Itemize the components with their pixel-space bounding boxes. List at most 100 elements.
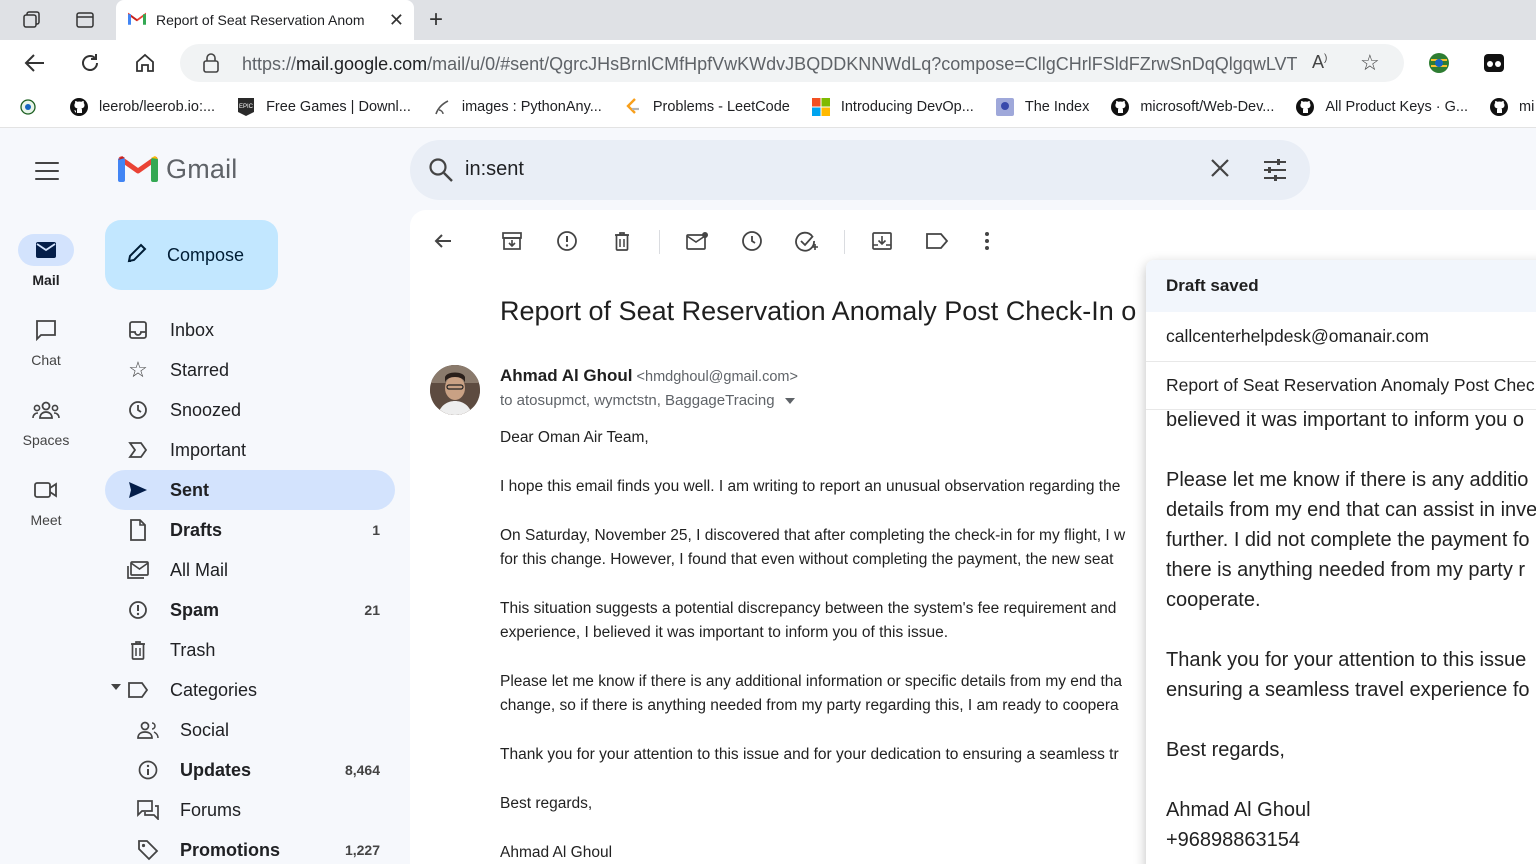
gmail-logo[interactable]: Gmail — [118, 152, 238, 187]
draft-to-field[interactable]: callcenterhelpdesk@omanair.com — [1146, 312, 1536, 362]
vertical-tabs-icon[interactable] — [73, 8, 97, 32]
nav-item-sent[interactable]: Sent — [105, 470, 395, 510]
bookmark-item[interactable]: All Product Keys · G... — [1295, 97, 1468, 117]
compose-label: Compose — [167, 244, 245, 265]
snooze-icon[interactable] — [739, 228, 765, 254]
search-options-icon[interactable] — [1262, 157, 1288, 188]
add-task-icon[interactable] — [794, 228, 820, 254]
search-icon[interactable] — [428, 157, 454, 188]
nav-label: Inbox — [170, 319, 215, 340]
mail-search-bar[interactable]: in:sent — [410, 140, 1310, 200]
bookmark-item[interactable]: microsoft/Web-Dev... — [1110, 97, 1274, 117]
nav-item-inbox[interactable]: Inbox — [105, 310, 395, 350]
nav-item-all-mail[interactable]: All Mail — [105, 550, 395, 590]
send-icon — [127, 479, 149, 501]
nav-item-important[interactable]: Important — [105, 430, 395, 470]
recipients-line[interactable]: to atosupmct, wymctstn, BaggageTracing — [500, 392, 795, 409]
draft-line: there is anything needed from my party r — [1166, 559, 1526, 581]
url-text[interactable]: https://mail.google.com/mail/u/0/#sent/Q… — [242, 54, 1297, 75]
github-icon — [1489, 97, 1509, 117]
draft-line: cooperate. — [1166, 589, 1261, 611]
workspaces-icon[interactable] — [20, 8, 44, 32]
bookmark-item[interactable]: mi — [1489, 97, 1534, 117]
draft-header[interactable]: Draft saved — [1146, 260, 1536, 312]
compose-button[interactable]: Compose — [105, 220, 278, 290]
nav-label: Updates — [180, 759, 252, 780]
report-spam-icon[interactable] — [554, 228, 580, 254]
show-details-icon[interactable] — [784, 397, 795, 404]
bookmark-item[interactable]: The Index — [995, 97, 1089, 117]
home-button[interactable] — [132, 50, 158, 76]
sender-name[interactable]: Ahmad Al Ghoul — [500, 366, 633, 385]
python-icon — [432, 97, 452, 117]
nav-item-promotions[interactable]: Promotions 1,227 — [105, 830, 395, 864]
url-path: /mail/u/0/#sent/QgrcJHsBrnlCMfHpfVwKWdvJ… — [427, 54, 1297, 74]
back-button[interactable] — [22, 50, 48, 76]
nav-item-social[interactable]: Social — [105, 710, 395, 750]
expand-caret-icon[interactable] — [111, 684, 121, 690]
bookmark-item[interactable]: EPIC Free Games | Downl... — [236, 97, 411, 117]
email-subject: Report of Seat Reservation Anomaly Post … — [500, 296, 1137, 326]
draft-line: details from my end that can assist in i… — [1166, 499, 1536, 521]
main-menu-icon[interactable] — [34, 158, 60, 184]
draft-recipient[interactable]: callcenterhelpdesk@omanair.com — [1166, 326, 1429, 347]
move-to-icon[interactable] — [869, 228, 895, 254]
new-tab-button[interactable]: + — [424, 8, 448, 32]
nav-item-spam[interactable]: Spam 21 — [105, 590, 395, 630]
favorite-star-icon[interactable]: ☆ — [1360, 50, 1380, 76]
rail-item-chat[interactable]: Chat — [0, 314, 92, 368]
draft-line: Thank you for your attention to this iss… — [1166, 649, 1527, 671]
extension-tools-icon[interactable] — [1481, 50, 1507, 76]
tab-gmail[interactable]: Report of Seat Reservation Anom ✕ — [116, 0, 414, 40]
nav-item-categories[interactable]: Categories — [105, 670, 395, 710]
sender-email: <hmdghoul@gmail.com> — [636, 369, 798, 385]
more-options-icon[interactable] — [974, 228, 1000, 254]
bookmark-item[interactable]: leerob/leerob.io:... — [69, 97, 215, 117]
nav-item-trash[interactable]: Trash — [105, 630, 395, 670]
lock-icon[interactable] — [202, 53, 220, 78]
read-aloud-icon[interactable]: A) — [1312, 52, 1327, 73]
rail-item-meet[interactable]: Meet — [0, 474, 92, 528]
nav-label: Drafts — [170, 519, 223, 540]
nav-item-snoozed[interactable]: Snoozed — [105, 390, 395, 430]
labels-icon[interactable] — [924, 228, 950, 254]
extension-globe-icon[interactable] — [1426, 50, 1452, 76]
nav-item-drafts[interactable]: Drafts 1 — [105, 510, 395, 550]
bookmark-item[interactable] — [18, 97, 48, 117]
mailbox-nav: Inbox ☆ Starred Snoozed Important Sent D… — [105, 310, 395, 864]
clear-search-icon[interactable] — [1210, 158, 1230, 183]
app-rail: Mail Chat Spaces Meet — [0, 128, 92, 864]
nav-label: Important — [170, 439, 247, 460]
back-to-list-icon[interactable] — [430, 228, 456, 254]
rail-item-spaces[interactable]: Spaces — [0, 394, 92, 448]
bookmark-label: Free Games | Downl... — [266, 98, 411, 115]
bookmark-item[interactable]: Problems - LeetCode — [623, 97, 790, 117]
compose-draft-window[interactable]: Draft saved callcenterhelpdesk@omanair.c… — [1146, 260, 1536, 864]
meet-icon — [18, 474, 74, 506]
draft-subject-field[interactable]: Report of Seat Reservation Anomaly Post … — [1146, 362, 1536, 410]
rail-label: Chat — [31, 352, 61, 368]
bookmark-item[interactable]: images : PythonAny... — [432, 97, 602, 117]
draft-body-editor[interactable]: believed it was important to inform you … — [1166, 405, 1536, 855]
mark-unread-icon[interactable] — [684, 228, 710, 254]
refresh-button[interactable] — [77, 50, 103, 76]
nav-count: 8,464 — [344, 762, 380, 778]
nav-item-starred[interactable]: ☆ Starred — [105, 350, 395, 390]
bookmark-label: images : PythonAny... — [461, 98, 602, 115]
sender-avatar[interactable] — [430, 365, 480, 415]
nav-item-updates[interactable]: Updates 8,464 — [105, 750, 395, 790]
bookmark-item[interactable]: Introducing DevOp... — [811, 97, 974, 117]
search-input[interactable]: in:sent — [465, 158, 524, 181]
close-tab-icon[interactable]: ✕ — [389, 10, 404, 31]
address-bar[interactable]: https://mail.google.com/mail/u/0/#sent/Q… — [180, 44, 1404, 82]
bookmarks-bar: leerob/leerob.io:... EPIC Free Games | D… — [0, 86, 1536, 128]
delete-icon[interactable] — [609, 228, 635, 254]
nav-item-forums[interactable]: Forums — [105, 790, 395, 830]
label-icon — [127, 679, 149, 701]
rail-item-mail[interactable]: Mail — [0, 234, 92, 288]
archive-icon[interactable] — [499, 228, 525, 254]
github-icon — [1295, 97, 1315, 117]
sender-line: Ahmad Al Ghoul <hmdghoul@gmail.com> — [500, 366, 798, 386]
trash-icon — [127, 639, 149, 661]
star-icon: ☆ — [128, 357, 148, 382]
